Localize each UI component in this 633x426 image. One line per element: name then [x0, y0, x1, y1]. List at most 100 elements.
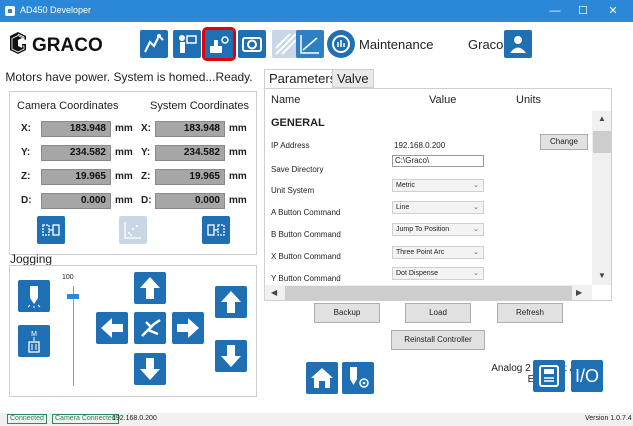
- purge-button[interactable]: M: [18, 325, 50, 357]
- home-button[interactable]: [306, 362, 338, 394]
- camera-to-tip-button[interactable]: [37, 216, 65, 244]
- mode-label: Maintenance: [359, 37, 434, 52]
- window-title: AD450 Developer: [20, 5, 92, 15]
- jog-home-xy-button[interactable]: [134, 312, 166, 344]
- refresh-button[interactable]: Refresh: [497, 303, 563, 323]
- jog-speed-slider[interactable]: [67, 294, 79, 299]
- system-status-message: Motors have power. System is homed...Rea…: [5, 70, 253, 84]
- chevron-down-icon: ⌄: [473, 204, 479, 211]
- jog-y-minus-button[interactable]: [134, 353, 166, 385]
- minimize-button[interactable]: —: [545, 3, 565, 19]
- calibration-grid-button[interactable]: [119, 216, 147, 244]
- x-button-command-value: Three Point Arc: [396, 249, 445, 256]
- param-label-ip-address: IP Address: [271, 141, 310, 150]
- unit-label: mm: [229, 195, 247, 206]
- parameters-panel: Name Value Units GENERAL IP Address 192.…: [264, 88, 612, 301]
- y-button-command-select[interactable]: Dot Dispense ⌄: [392, 267, 484, 280]
- save-button[interactable]: [533, 360, 565, 392]
- horizontal-scrollbar[interactable]: ◀ ▶: [265, 285, 592, 300]
- tip-to-camera-button[interactable]: [202, 216, 230, 244]
- system-z-value: 19.965: [155, 169, 225, 185]
- tab-parameters[interactable]: Parameters: [264, 69, 342, 88]
- system-coordinates-header: System Coordinates: [150, 100, 250, 112]
- system-d-value: 0.000: [155, 193, 225, 209]
- param-value-ip-address: 192.168.0.200: [394, 141, 446, 150]
- vertical-scroll-thumb[interactable]: [593, 131, 611, 153]
- main-toolbar: GRACO Maintenance Graco: [0, 22, 633, 66]
- user-label: Graco: [468, 37, 504, 52]
- camera-d-value: 0.000: [41, 193, 111, 209]
- jogging-title: Jogging: [10, 252, 53, 266]
- camera-x-value: 183.948: [41, 121, 111, 137]
- scroll-up-icon[interactable]: ▲: [598, 114, 606, 123]
- connected-badge: Connected: [7, 414, 47, 424]
- vertical-scrollbar[interactable]: ▲ ▼: [592, 111, 611, 285]
- jog-z-up-button[interactable]: [215, 286, 247, 318]
- graph-icon[interactable]: [296, 30, 324, 58]
- param-label-a-button: A Button Command: [271, 208, 341, 217]
- horizontal-scroll-thumb[interactable]: [285, 286, 572, 300]
- axis-label-y: Y:: [141, 147, 151, 158]
- load-button[interactable]: Load: [405, 303, 471, 323]
- chevron-down-icon: ⌄: [473, 270, 479, 277]
- param-label-save-directory: Save Directory: [271, 165, 324, 174]
- camera-z-value: 19.965: [41, 169, 111, 185]
- y-button-command-value: Dot Dispense: [396, 270, 439, 277]
- unit-label: mm: [115, 171, 133, 182]
- axis-label-z: Z:: [141, 171, 151, 182]
- x-button-command-select[interactable]: Three Point Arc ⌄: [392, 246, 484, 259]
- unit-label: mm: [229, 171, 247, 182]
- system-status-icon[interactable]: [140, 30, 168, 58]
- vision-icon[interactable]: [327, 30, 355, 58]
- jog-speed-track: [73, 286, 74, 386]
- axis-label-z: Z:: [21, 171, 31, 182]
- statusbar: Connected Camera Connected 192.168.0.200…: [0, 413, 633, 426]
- camera-coordinates-header: Camera Coordinates: [17, 100, 119, 112]
- user-icon[interactable]: [504, 30, 532, 58]
- unit-label: mm: [115, 195, 133, 206]
- workstation-icon[interactable]: [173, 30, 201, 58]
- scroll-down-icon[interactable]: ▼: [598, 271, 606, 280]
- a-button-command-select[interactable]: Line ⌄: [392, 201, 484, 214]
- camera-icon[interactable]: [238, 30, 266, 58]
- reinstall-controller-button[interactable]: Reinstall Controller: [391, 330, 485, 350]
- axis-label-y: Y:: [21, 147, 31, 158]
- graco-logo: GRACO: [10, 32, 103, 56]
- axis-label-d: D:: [21, 195, 32, 206]
- column-header-name: Name: [271, 94, 301, 106]
- param-label-unit-system: Unit System: [271, 186, 315, 195]
- scroll-right-icon[interactable]: ▶: [576, 288, 582, 297]
- statusbar-ip: 192.168.0.200: [112, 415, 157, 422]
- column-header-value: Value: [429, 94, 457, 106]
- unit-system-select[interactable]: Metric ⌄: [392, 179, 484, 192]
- chevron-down-icon: ⌄: [473, 249, 479, 256]
- dispense-valve-button[interactable]: [18, 280, 50, 312]
- maximize-button[interactable]: ☐: [573, 3, 593, 19]
- valve-settings-button[interactable]: [342, 362, 374, 394]
- maintenance-icon[interactable]: [202, 27, 236, 61]
- backup-button[interactable]: Backup: [314, 303, 380, 323]
- close-button[interactable]: ✕: [603, 3, 623, 19]
- b-button-command-select[interactable]: Jump To Position ⌄: [392, 223, 484, 236]
- axis-label-d: D:: [141, 195, 152, 206]
- jog-x-plus-button[interactable]: [172, 312, 204, 344]
- change-ip-button[interactable]: Change: [540, 134, 588, 150]
- jogging-panel: 100 M: [9, 265, 257, 397]
- tab-valve[interactable]: Valve: [332, 69, 374, 88]
- unit-label: mm: [115, 147, 133, 158]
- jog-x-minus-button[interactable]: [96, 312, 128, 344]
- unit-label: mm: [229, 123, 247, 134]
- scroll-left-icon[interactable]: ◀: [271, 288, 277, 297]
- jog-speed-value: 100: [62, 274, 74, 281]
- app-icon: [5, 6, 15, 16]
- axis-label-x: X:: [141, 123, 151, 134]
- param-label-y-button: Y Button Command: [271, 274, 341, 283]
- jog-z-down-button[interactable]: [215, 340, 247, 372]
- axis-label-x: X:: [21, 123, 31, 134]
- unit-label: mm: [229, 147, 247, 158]
- io-button[interactable]: I/O: [571, 360, 603, 392]
- camera-connected-badge: Camera Connected: [52, 414, 119, 424]
- b-button-command-value: Jump To Position: [396, 226, 450, 233]
- save-directory-input[interactable]: C:\Graco\: [392, 155, 484, 167]
- jog-y-plus-button[interactable]: [134, 272, 166, 304]
